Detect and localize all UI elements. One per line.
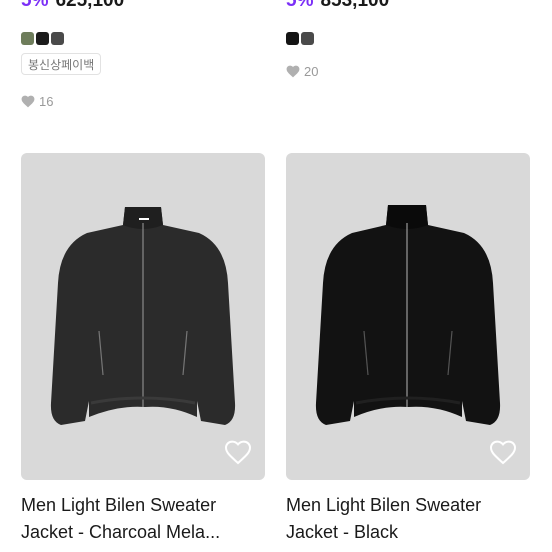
jacket-image (315, 205, 501, 425)
jacket-image (50, 207, 236, 425)
product-image[interactable] (21, 153, 265, 480)
product-title[interactable]: Men Light Bilen Sweater Jacket - Black (286, 492, 530, 546)
product-title-line2: Jacket - Charcoal Mela... (21, 522, 221, 542)
product-title[interactable]: Men Light Bilen Sweater Jacket - Charcoa… (21, 492, 265, 546)
product-card-black-jacket[interactable]: Men Light Bilen Sweater Jacket - Black (286, 0, 530, 552)
product-card-charcoal-jacket[interactable]: Men Light Bilen Sweater Jacket - Charcoa… (21, 0, 265, 552)
product-title-line2: Jacket - Black (286, 522, 399, 542)
heart-outline-icon[interactable] (223, 438, 253, 466)
heart-outline-icon[interactable] (488, 438, 518, 466)
product-title-line1: Men Light Bilen Sweater (286, 495, 482, 515)
product-image[interactable] (286, 153, 530, 480)
product-title-line1: Men Light Bilen Sweater (21, 495, 217, 515)
